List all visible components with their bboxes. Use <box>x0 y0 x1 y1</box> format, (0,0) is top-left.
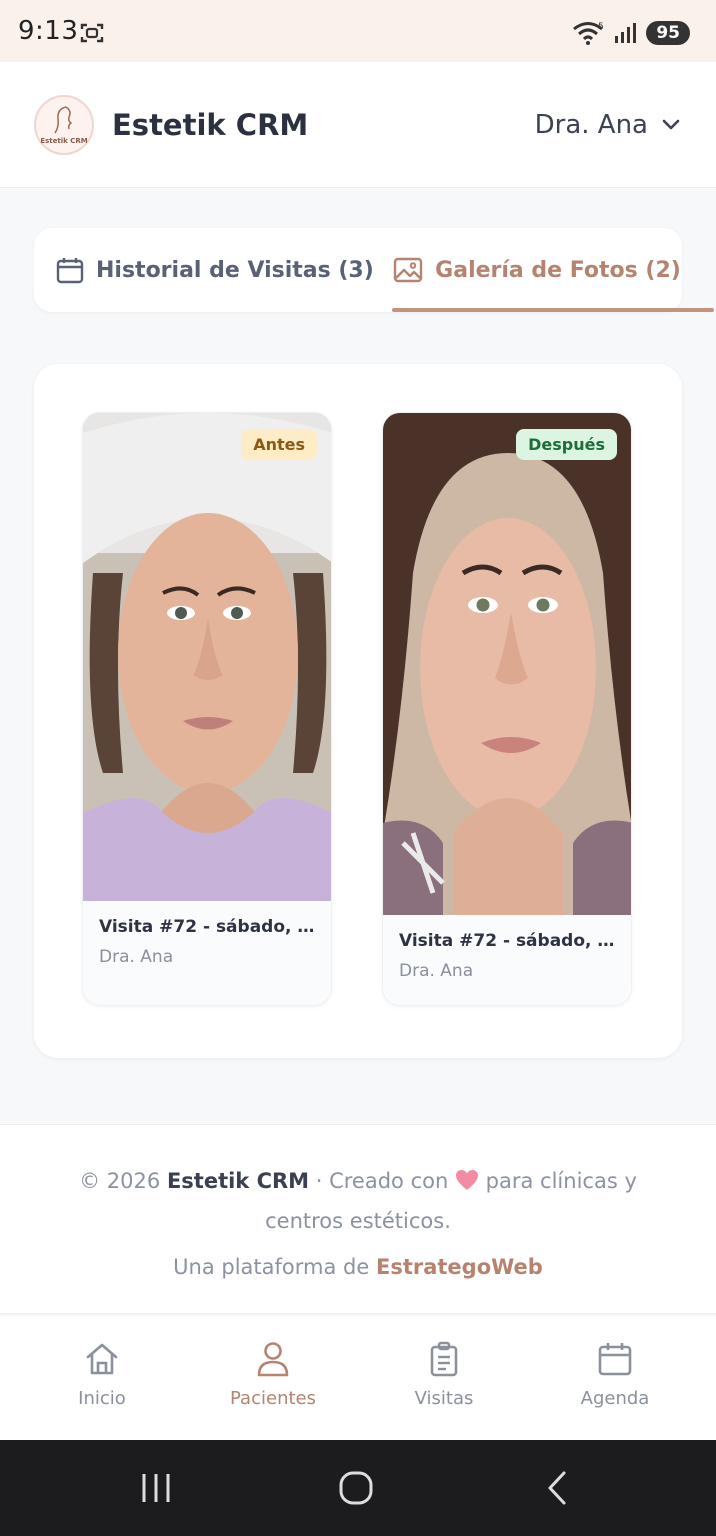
visit-title: Visita #72 - sábado, 1... <box>399 931 615 951</box>
tab-visit-history[interactable]: Historial de Visitas (3) <box>56 228 374 312</box>
home-button-icon[interactable] <box>336 1470 376 1506</box>
tab-visit-history-label: Historial de Visitas (3) <box>96 257 374 283</box>
tabs: Historial de Visitas (3) Galería de Foto… <box>34 228 714 312</box>
wifi-label: 5 <box>598 22 604 32</box>
before-photo[interactable]: Antes <box>83 413 331 901</box>
visit-title: Visita #72 - sábado, 1... <box>99 917 315 937</box>
footer-credits: © 2026 Estetik CRM · Creado con para clí… <box>40 1161 676 1241</box>
system-nav-bar <box>0 1440 716 1536</box>
photo-gallery: Antes Visita #72 - sábado, 1... Dra. Ana <box>34 364 682 1058</box>
status-time: 9:13 <box>18 16 79 46</box>
user-icon <box>257 1342 289 1377</box>
nav-item-inicio[interactable]: Inicio <box>16 1340 188 1409</box>
platform-link[interactable]: EstrategoWeb <box>376 1255 543 1279</box>
clipboard-icon <box>430 1341 458 1377</box>
footer-platform: Una plataforma de EstrategoWeb <box>0 1255 716 1279</box>
nav-label: Inicio <box>78 1388 126 1409</box>
after-photo[interactable]: Después <box>383 413 631 915</box>
after-badge: Después <box>516 429 617 460</box>
after-face-image <box>383 413 631 915</box>
home-icon <box>86 1343 118 1375</box>
nav-item-agenda[interactable]: Agenda <box>529 1340 701 1409</box>
app-logo[interactable]: Estetik CRM <box>34 95 94 155</box>
page-footer: © 2026 Estetik CRM · Creado con para clí… <box>0 1124 716 1314</box>
status-bar: 9:13 5 95 <box>0 0 716 62</box>
image-icon <box>393 257 423 283</box>
active-tab-indicator <box>392 308 714 312</box>
tab-photo-gallery-label: Galería de Fotos (2) <box>435 257 681 283</box>
footer-created-with: · Creado con <box>315 1169 449 1193</box>
visit-doctor: Dra. Ana <box>399 961 474 981</box>
nav-item-pacientes[interactable]: Pacientes <box>187 1340 359 1409</box>
wifi-icon: 5 <box>573 22 604 45</box>
footer-brand: Estetik CRM <box>166 1169 310 1193</box>
photo-card-after[interactable]: Después Visita #72 - sábado, 1... Dra. A… <box>382 412 632 1006</box>
battery-indicator: 95 <box>646 21 690 45</box>
user-menu[interactable]: Dra. Ana <box>535 110 680 140</box>
footer-platform-prefix: Una plataforma de <box>173 1255 370 1279</box>
face-silhouette-icon <box>54 106 73 134</box>
chevron-down-icon <box>662 119 680 130</box>
app-title: Estetik CRM <box>112 108 309 142</box>
before-badge: Antes <box>241 429 317 460</box>
nav-label: Agenda <box>580 1388 650 1409</box>
recent-apps-icon[interactable] <box>136 1470 176 1506</box>
photo-info-before: Visita #72 - sábado, 1... Dra. Ana <box>83 901 331 1005</box>
nav-label: Visitas <box>414 1388 474 1409</box>
status-icons: 5 95 <box>572 20 690 46</box>
nav-label: Pacientes <box>230 1388 316 1409</box>
bottom-nav: Inicio Pacientes Visitas Agenda <box>0 1316 716 1440</box>
footer-copyright: © 2026 <box>79 1169 161 1193</box>
before-face-image <box>83 413 331 901</box>
logo-text: Estetik CRM <box>40 137 88 145</box>
calendar-icon <box>598 1343 632 1376</box>
nav-item-visitas[interactable]: Visitas <box>358 1340 530 1409</box>
calendar-icon <box>56 258 84 284</box>
photo-info-after: Visita #72 - sábado, 1... Dra. Ana <box>383 915 631 1005</box>
visit-doctor: Dra. Ana <box>99 947 174 967</box>
tab-photo-gallery[interactable]: Galería de Fotos (2) <box>392 228 682 312</box>
back-icon[interactable] <box>538 1470 578 1506</box>
photo-card-before[interactable]: Antes Visita #72 - sábado, 1... Dra. Ana <box>82 412 332 1006</box>
heart-icon <box>455 1170 478 1190</box>
app-header: Estetik CRM Estetik CRM Dra. Ana <box>0 62 716 188</box>
signal-icon <box>615 23 637 43</box>
user-name: Dra. Ana <box>534 110 648 140</box>
screenshot-icon <box>80 23 104 43</box>
